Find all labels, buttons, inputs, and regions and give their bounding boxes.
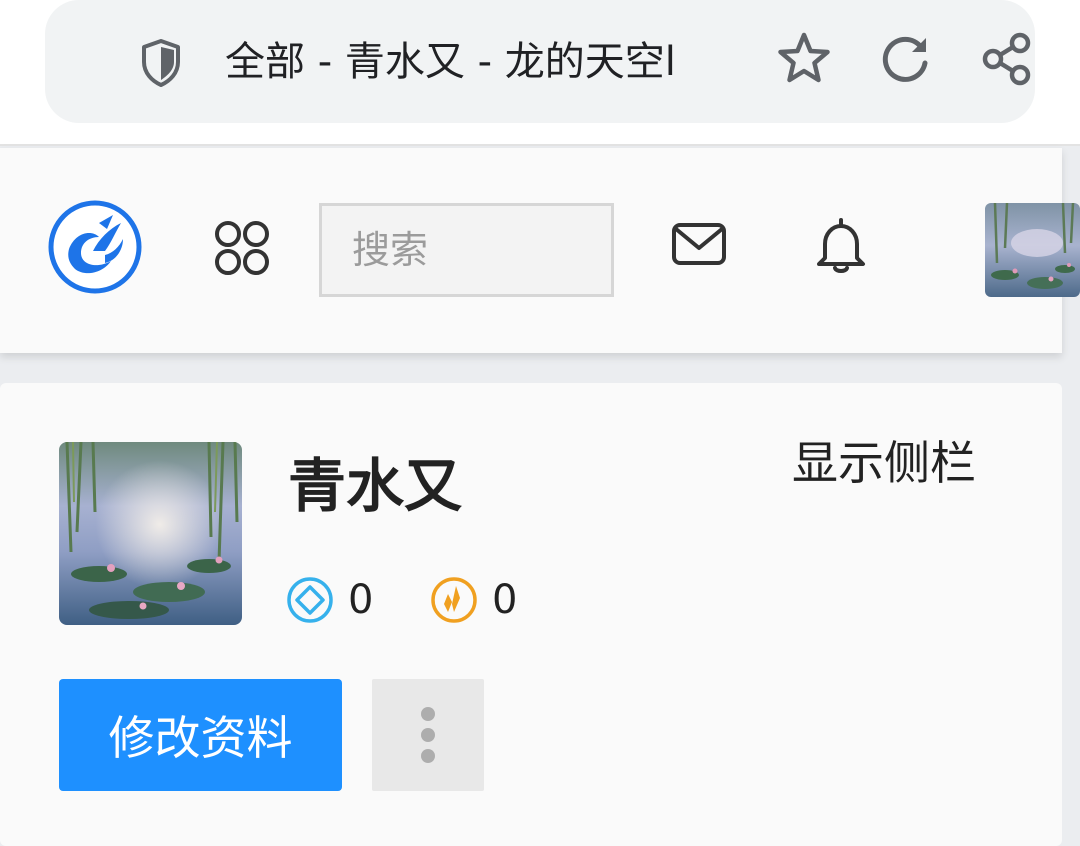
address-bar[interactable]: 全部 - 青水又 - 龙的天空l xyxy=(45,0,1035,123)
diamond-icon xyxy=(287,577,333,623)
points-icon xyxy=(431,577,477,623)
search-input[interactable] xyxy=(319,203,614,297)
apps-icon[interactable] xyxy=(213,219,271,277)
points-stat: 0 xyxy=(430,575,517,625)
diamond-count: 0 xyxy=(348,577,374,623)
more-dot-icon xyxy=(421,749,435,763)
page: 全部 - 青水又 - 龙的天空l 搜索 青水又 显示侧栏 0 0 修改资料 xyxy=(0,0,1080,846)
avatar-painting xyxy=(985,203,1080,297)
reload-icon[interactable] xyxy=(877,30,935,88)
user-avatar[interactable] xyxy=(985,203,1080,297)
diamond-stat: 0 xyxy=(286,575,373,625)
star-icon[interactable] xyxy=(775,30,833,88)
avatar-painting xyxy=(59,442,242,625)
share-icon[interactable] xyxy=(978,30,1036,88)
page-title[interactable]: 全部 - 青水又 - 龙的天空l xyxy=(225,34,731,90)
profile-avatar xyxy=(59,442,242,625)
profile-card: 青水又 显示侧栏 0 0 修改资料 xyxy=(0,383,1062,846)
dragon-logo-icon[interactable] xyxy=(47,199,143,295)
browser-toolbar: 全部 - 青水又 - 龙的天空l xyxy=(0,0,1080,146)
username: 青水又 xyxy=(288,452,463,520)
more-dot-icon xyxy=(421,728,435,742)
site-header xyxy=(0,148,1080,353)
mail-icon[interactable] xyxy=(670,220,728,270)
toggle-sidebar-button[interactable]: 显示侧栏 xyxy=(792,431,976,495)
more-dot-icon xyxy=(421,707,435,721)
more-options-button[interactable] xyxy=(372,679,484,791)
bell-icon[interactable] xyxy=(813,216,869,274)
edit-profile-button[interactable]: 修改资料 xyxy=(59,679,342,791)
shield-icon[interactable] xyxy=(139,38,183,88)
points-count: 0 xyxy=(492,577,518,623)
